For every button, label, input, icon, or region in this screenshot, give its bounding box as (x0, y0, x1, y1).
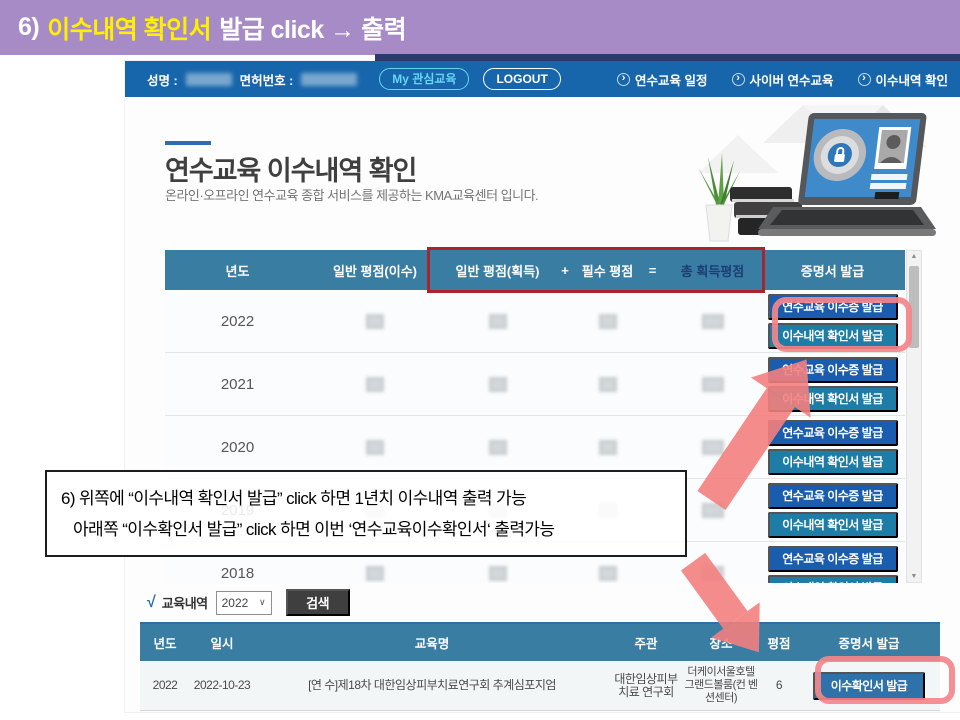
course-cell: [연 수]제18차 대한임상피부치료연구회 추계심포지엄 (254, 661, 610, 710)
col-organizer: 주관 (610, 624, 682, 661)
col-certificate: 증명서 발급 (760, 250, 905, 290)
redacted-score (599, 314, 617, 329)
site-top-edge (375, 54, 960, 61)
page-title: 연수교육 이수내역 확인 (165, 149, 416, 188)
venue-cell: 더케이서울호텔 그랜드볼룸(컨 벤션센터) (682, 661, 760, 710)
date-cell: 2022-10-23 (190, 661, 254, 710)
my-edu-button[interactable]: My 관심교육 (379, 68, 469, 90)
laptop-illustration (678, 105, 958, 245)
search-button[interactable]: 검색 (286, 589, 350, 616)
redacted-license (301, 73, 357, 86)
redacted-score (702, 314, 724, 329)
points-cell: 6 (760, 661, 798, 710)
redacted-score (366, 440, 384, 455)
col-year: 년도 (140, 624, 190, 661)
detail-table-header: 년도 일시 교육명 주관 장소 평점 증명서 발급 (140, 624, 940, 661)
redacted-name (186, 73, 232, 86)
col-general-completed: 일반 평점(이수) (310, 250, 440, 290)
check-icon: √ (147, 594, 156, 612)
issue-certificate-button[interactable]: 연수교육 이수증 발급 (768, 483, 898, 509)
col-course: 교육명 (254, 624, 610, 661)
issue-certificate-button[interactable]: 연수교육 이수증 발급 (768, 546, 898, 572)
year-cell: 2021 (165, 353, 310, 415)
history-button-highlight (772, 297, 912, 352)
redacted-score (489, 566, 507, 581)
scroll-up-icon[interactable]: ▲ (911, 253, 918, 260)
col-year: 년도 (165, 250, 310, 290)
year-cell: 2022 (140, 661, 190, 710)
slide-title-prefix: 6) (18, 13, 39, 42)
scroll-down-icon[interactable]: ▼ (911, 573, 918, 580)
redacted-score (599, 440, 617, 455)
detail-button-highlight (815, 656, 955, 704)
redacted-score (366, 377, 384, 392)
circle-arrow-icon: › (858, 73, 871, 86)
issue-history-button[interactable]: 이수내역 확인서 발급 (768, 512, 898, 538)
annotation-line-1: 6) 위쪽에 “이수내역 확인서 발급” click 하면 1년치 이수내역 출… (61, 483, 671, 514)
redacted-score (489, 440, 507, 455)
slide: 6) 이수내역 확인서 발급 click → 출력 성명 : 면허번호 : My… (0, 0, 960, 720)
redacted-score (702, 377, 724, 392)
name-label: 성명 : (147, 70, 178, 89)
slide-title-suffix: 발급 click → 출력 (219, 10, 406, 46)
nav-link-label: 연수교육 일정 (635, 70, 707, 89)
annotation-line-2: 아래쪽 “이수확인서 발급” click 하면 이번 ‘연수교육이수확인서‘ 출… (61, 514, 671, 545)
redacted-score (599, 566, 617, 581)
chevron-down-icon: ∨ (259, 597, 266, 608)
title-accent-bar (165, 141, 211, 145)
redacted-score (489, 377, 507, 392)
organizer-cell: 대한임상피부치료 연구회 (610, 661, 682, 710)
year-select-value: 2022 (222, 596, 249, 610)
filter-label: 교육내역 (162, 593, 208, 612)
year-select[interactable]: 2022 ∨ (216, 591, 272, 615)
kma-site-screenshot: 성명 : 면허번호 : My 관심교육 LOGOUT › 연수교육 일정 › 사… (125, 61, 960, 712)
redacted-score (489, 314, 507, 329)
nav-link-label: 이수내역 확인 (876, 70, 948, 89)
slide-title-highlight: 이수내역 확인서 (47, 10, 211, 46)
top-navbar: 성명 : 면허번호 : My 관심교육 LOGOUT › 연수교육 일정 › 사… (125, 61, 960, 97)
header-highlight-box (427, 247, 765, 293)
redacted-score (366, 314, 384, 329)
issue-history-button[interactable]: 이수내역 확인서 발급 (768, 575, 898, 584)
nav-link-cyber[interactable]: › 사이버 연수교육 (732, 70, 834, 89)
license-label: 면허번호 : (240, 70, 294, 89)
table-scrollbar[interactable]: ▲ ▼ (906, 250, 922, 583)
education-filter: √ 교육내역 2022 ∨ 검색 (147, 589, 350, 616)
slide-title-band: 6) 이수내역 확인서 발급 click → 출력 (0, 0, 960, 55)
nav-link-label: 사이버 연수교육 (750, 70, 834, 89)
annotation-box: 6) 위쪽에 “이수내역 확인서 발급” click 하면 1년치 이수내역 출… (45, 470, 687, 557)
page-subtitle: 온라인·오프라인 연수교육 종합 서비스를 제공하는 KMA교육센터 입니다. (165, 185, 538, 204)
nav-link-history[interactable]: › 이수내역 확인 (858, 70, 948, 89)
col-date: 일시 (190, 624, 254, 661)
year-cell: 2022 (165, 290, 310, 352)
circle-arrow-icon: › (617, 73, 630, 86)
nav-link-schedule[interactable]: › 연수교육 일정 (617, 70, 707, 89)
redacted-score (599, 377, 617, 392)
redacted-score (366, 566, 384, 581)
logout-button[interactable]: LOGOUT (483, 68, 560, 90)
year-cell: 2020 (165, 416, 310, 478)
circle-arrow-icon: › (732, 73, 745, 86)
